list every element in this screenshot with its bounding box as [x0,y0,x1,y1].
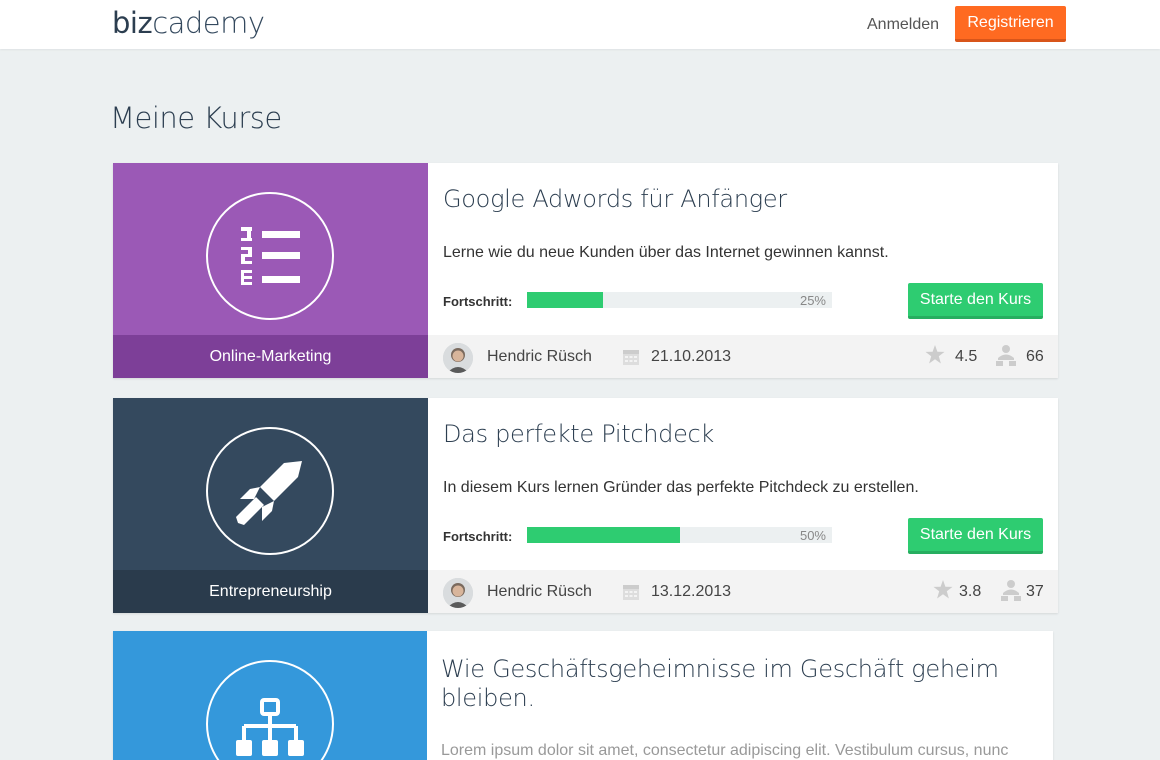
students-count: 66 [1026,348,1044,365]
calendar-icon [623,350,639,365]
course-footer: Hendric Rüsch 21.10.2013 4.5 66 [428,335,1058,378]
category-label: Entrepreneurship [113,570,428,613]
course-thumbnail[interactable]: Online-Marketing [113,163,428,378]
course-title[interactable]: Google Adwords für Anfänger [443,185,787,214]
students-icon [1001,580,1021,601]
course-title[interactable]: Das perfekte Pitchdeck [443,420,714,449]
icon-circle [206,192,334,320]
logo-biz-text: biz [112,6,153,40]
course-footer: Hendric Rüsch 13.12.2013 3.8 37 [428,570,1058,613]
org-chart-icon [236,698,304,756]
calendar-icon [623,585,639,600]
star-icon [925,345,945,364]
logo[interactable]: bizcademy [112,6,265,40]
numbered-list-icon [241,227,300,285]
start-course-button[interactable]: Starte den Kurs [908,283,1043,319]
course-thumbnail[interactable]: Entrepreneurship [113,398,428,613]
course-thumbnail[interactable] [113,631,427,760]
students-count: 37 [1026,583,1044,600]
students-icon [996,345,1016,366]
category-label: Online-Marketing [113,335,428,378]
progress-bar: 25% [527,292,832,308]
logo-cademy-text: cademy [152,6,265,40]
rocket-icon [236,461,302,525]
icon-circle [206,427,334,555]
course-description: In diesem Kurs lernen Gründer das perfek… [443,479,919,496]
page-title: Meine Kurse [110,101,282,135]
author-name[interactable]: Hendric Rüsch [487,583,592,601]
progress-bar: 50% [527,527,832,543]
course-card: Wie Geschäftsgeheimnisse im Geschäft geh… [113,631,1053,760]
top-navbar: bizcademy Anmelden Registrieren [0,0,1160,49]
progress-label: Fortschritt: [443,529,513,544]
course-date: 13.12.2013 [651,583,732,600]
progress-percent: 50% [799,528,826,543]
avatar[interactable] [443,578,473,608]
rating-value: 3.8 [959,583,982,600]
login-link[interactable]: Anmelden [867,16,939,34]
rating-value: 4.5 [955,348,978,365]
progress-fill [527,292,604,308]
course-title[interactable]: Wie Geschäftsgeheimnisse im Geschäft geh… [441,655,1001,713]
icon-circle [206,660,334,760]
course-body: Das perfekte Pitchdeck In diesem Kurs le… [428,398,1058,613]
course-card: Online-Marketing Google Adwords für Anfä… [113,163,1058,378]
author-name[interactable]: Hendric Rüsch [487,348,592,366]
course-description: Lorem ipsum dolor sit amet, consectetur … [441,742,1009,759]
avatar[interactable] [443,343,473,373]
start-course-button[interactable]: Starte den Kurs [908,518,1043,554]
course-date: 21.10.2013 [651,348,732,365]
course-body: Wie Geschäftsgeheimnisse im Geschäft geh… [427,631,1053,760]
course-card: Entrepreneurship Das perfekte Pitchdeck … [113,398,1058,613]
course-description: Lerne wie du neue Kunden über das Intern… [443,244,889,261]
star-icon [933,580,953,599]
progress-fill [527,527,680,543]
register-button[interactable]: Registrieren [955,6,1066,42]
progress-label: Fortschritt: [443,294,513,309]
progress-percent: 25% [799,293,826,308]
course-body: Google Adwords für Anfänger Lerne wie du… [428,163,1058,378]
